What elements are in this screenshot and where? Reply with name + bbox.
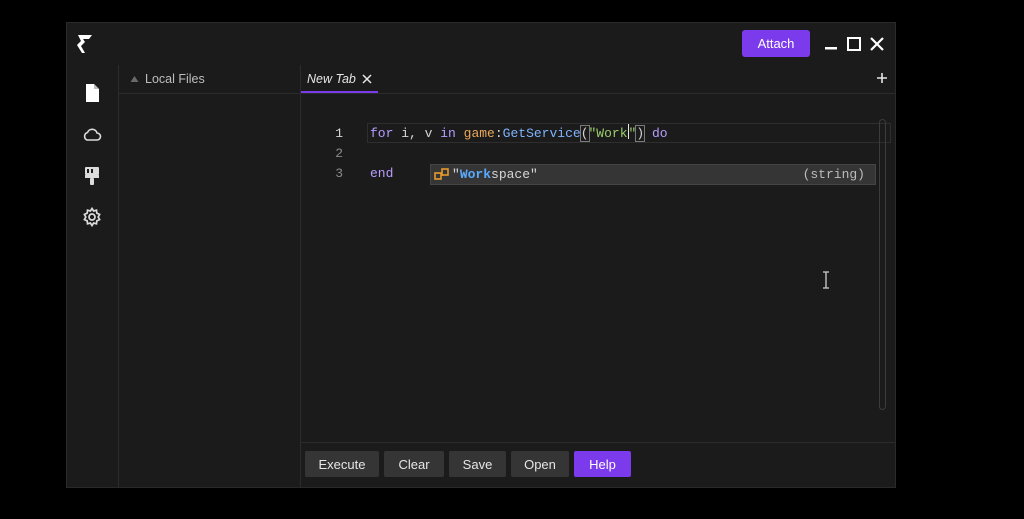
close-paren: ) (635, 125, 646, 142)
autocomplete-match: Work (459, 167, 492, 182)
minimize-icon[interactable] (821, 34, 841, 54)
open-button[interactable]: Open (511, 451, 569, 477)
local-files-title: Local Files (145, 72, 205, 86)
keyword-for: for (370, 126, 394, 141)
colon: : (494, 126, 503, 141)
autocomplete-rest: space" (491, 167, 538, 182)
code-editor[interactable]: 1 for i, v in game:GetService("Work") do… (301, 93, 895, 443)
file-icon[interactable] (81, 82, 103, 104)
logo-icon (77, 35, 92, 53)
execute-button[interactable]: Execute (305, 451, 379, 477)
string-literal: "Work (588, 126, 628, 141)
cloud-icon[interactable] (81, 124, 103, 146)
bottom-toolbar: Execute Clear Save Open Help (301, 442, 895, 487)
line-number: 3 (335, 166, 343, 181)
editor-scrollbar[interactable] (879, 119, 886, 410)
tab-bar: New Tab (301, 65, 895, 94)
open-paren: ( (579, 125, 590, 142)
line-number: 2 (335, 146, 343, 161)
autocomplete-label: "Workspace" (452, 166, 538, 183)
attach-button[interactable]: Attach (742, 30, 810, 57)
keyword-do: do (644, 126, 668, 141)
autocomplete-suggestion[interactable]: "Workspace" (string) (430, 164, 876, 185)
code-line-3[interactable]: end (370, 164, 393, 184)
tab-new-tab[interactable]: New Tab (301, 65, 378, 93)
gear-icon[interactable] (81, 206, 103, 228)
keyword-end: end (370, 166, 394, 181)
property-icon (434, 168, 449, 180)
editor-area: New Tab 1 for i, v in game:GetService("W… (301, 65, 895, 487)
paint-brush-icon[interactable] (81, 165, 103, 187)
close-icon[interactable] (867, 34, 887, 54)
title-bar[interactable]: Attach (67, 23, 895, 66)
app-window: Attach Local Files New Tab 1 for i, v in… (66, 22, 896, 488)
caret-up-icon[interactable] (130, 75, 139, 83)
add-tab-icon[interactable] (876, 72, 888, 84)
game-object: game (463, 126, 495, 141)
function-name: GetService (502, 126, 581, 141)
local-files-panel: Local Files (119, 65, 301, 487)
code-line-1[interactable]: for i, v in game:GetService("Work") do (370, 124, 668, 144)
tab-close-icon[interactable] (362, 74, 372, 84)
sidebar (67, 65, 119, 487)
local-files-header[interactable]: Local Files (119, 65, 300, 94)
clear-button[interactable]: Clear (384, 451, 444, 477)
save-button[interactable]: Save (449, 451, 506, 477)
keyword-in: in (440, 126, 456, 141)
ibeam-cursor-icon (823, 271, 829, 289)
autocomplete-quote: " (452, 167, 460, 182)
tab-label: New Tab (307, 72, 356, 86)
help-button[interactable]: Help (574, 451, 631, 477)
loop-vars: i, v (393, 126, 441, 141)
autocomplete-type: (string) (802, 167, 865, 182)
line-number: 1 (335, 126, 343, 141)
maximize-icon[interactable] (844, 34, 864, 54)
